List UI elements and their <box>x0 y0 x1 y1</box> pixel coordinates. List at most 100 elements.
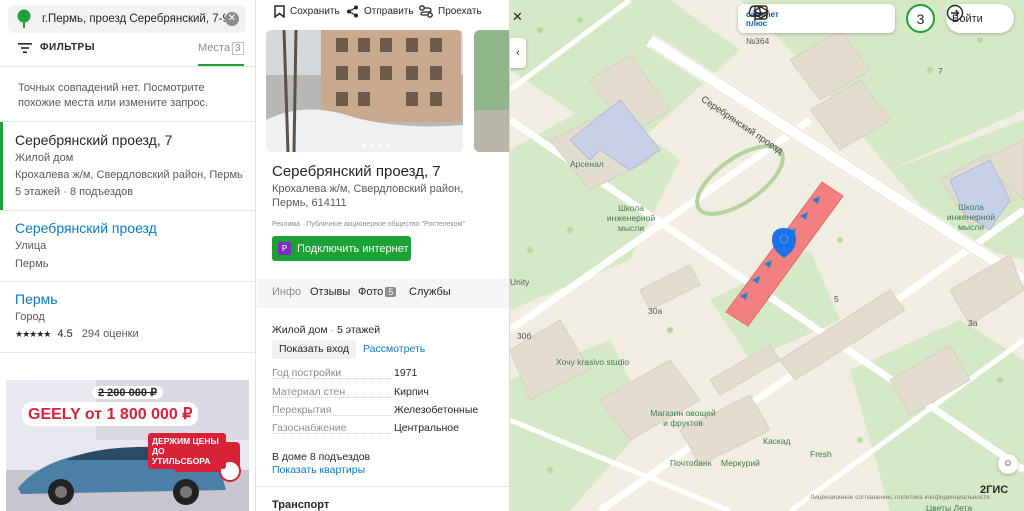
selected-accent <box>0 122 3 210</box>
bookmark-icon <box>274 5 285 18</box>
result-title[interactable]: Серебрянский проезд, 7 <box>15 132 172 148</box>
photos-count: 5 <box>385 287 397 297</box>
route-icon <box>419 5 433 18</box>
tab-info[interactable]: Инфо <box>272 286 301 298</box>
ad-headline: GEELY от 1 800 000 ₽ <box>22 402 199 426</box>
notifications-count[interactable]: 3 <box>906 4 935 33</box>
tab-places[interactable]: Места 3 <box>198 42 244 55</box>
result-address: Крохалева ж/м, Свердловский район, Пермь <box>15 169 243 181</box>
poi-fresh: Fresh <box>810 449 832 459</box>
rating-row: ★★★★★ 4.5 294 оценки <box>15 328 139 340</box>
save-button[interactable]: Сохранить <box>274 5 340 18</box>
house-number: 7 <box>938 66 943 76</box>
poi-number-364: №364 <box>746 36 770 46</box>
rating-count: 294 оценки <box>81 328 139 340</box>
close-icon[interactable]: ✕ <box>225 12 239 26</box>
map-toolbar: самолет плюс <box>738 4 895 33</box>
ad-note: Реклама · Публичное акционерное общество… <box>272 221 465 228</box>
layers-icon[interactable] <box>752 4 770 22</box>
card-address: Крохалева ж/м, Свердловский район, Пермь… <box>272 183 464 209</box>
poi-unity: Unity <box>510 277 530 287</box>
dotted-leader <box>272 397 392 398</box>
poi-arsenal: Арсенал <box>570 159 604 169</box>
show-entrance-button[interactable]: Показать вход <box>272 340 356 359</box>
card-actions: Сохранить Отправить Проехать <box>257 0 509 24</box>
card-title: Серебрянский проезд, 7 <box>272 163 441 180</box>
places-count: 3 <box>231 42 244 55</box>
building-floors: 5 этажей <box>336 324 381 336</box>
view-3d-button[interactable]: Рассмотреть <box>356 340 432 359</box>
poi-studio: Хочу krasivo studio <box>556 357 630 367</box>
rostelecom-icon: Р <box>278 242 291 255</box>
poi-school: Школа инженерной мысли <box>606 203 656 233</box>
brand-logo: 2ГИС <box>980 484 1009 496</box>
filters-label: ФИЛЬТРЫ <box>40 42 95 53</box>
building-photo[interactable] <box>266 30 463 152</box>
chevron-left-icon: ‹ <box>516 47 520 59</box>
result-type: Жилой дом <box>15 152 74 164</box>
2gis-logo-icon[interactable] <box>12 7 36 31</box>
detail-value: Кирпич <box>394 386 429 398</box>
ad-promo: ДЕРЖИМ ЦЕНЫ ДО УТИЛЬСБОРА <box>148 433 226 469</box>
poi-merkuriy: Меркурий <box>721 458 760 468</box>
ad-banner[interactable]: 2 200 000 ₽ GEELY от 1 800 000 ₽ ДЕРЖИМ … <box>6 380 249 511</box>
result-item-street[interactable]: Серебрянский проезд Улица Пермь <box>0 211 255 281</box>
divider <box>257 486 509 487</box>
dotted-leader <box>272 378 392 379</box>
poi-school-2: Школа инженерной мысли <box>946 202 996 232</box>
rating-value: 4.5 <box>57 328 73 340</box>
house-number: 5 <box>834 294 839 304</box>
map-view[interactable]: Серебрянский проезд Школа инженерной мыс… <box>510 0 1024 511</box>
result-type: Улица <box>15 240 47 252</box>
login-button[interactable]: Войти <box>946 4 1014 33</box>
search-panel: г.Пермь, проезд Серебрянский, 7-9 ✕ ФИЛЬ… <box>0 0 256 511</box>
license-link[interactable]: Лицензионное соглашение, политика конфид… <box>810 494 990 501</box>
result-title[interactable]: Серебрянский проезд <box>15 220 157 236</box>
dotted-leader <box>272 433 392 434</box>
no-match-notice: Точных совпадений нет. Посмотрите похожи… <box>18 82 209 109</box>
poi-pochtabank: Почтобанк <box>670 458 712 468</box>
result-title[interactable]: Пермь <box>15 291 58 307</box>
detail-value: Железобетонные <box>394 404 479 416</box>
filter-row: ФИЛЬТРЫ Места 3 <box>0 38 255 66</box>
building-summary: Жилой дом · 5 этажей <box>272 324 381 336</box>
result-address: Пермь <box>15 258 49 270</box>
search-query[interactable]: г.Пермь, проезд Серебрянский, 7-9 <box>36 13 225 25</box>
building-photo-2[interactable] <box>474 30 509 152</box>
login-icon <box>946 4 964 22</box>
result-type: Город <box>15 311 45 323</box>
ad-old-price: 2 200 000 ₽ <box>92 386 163 399</box>
rating-stars: ★★★★★ <box>15 329 51 339</box>
house-number: 30а <box>648 306 663 316</box>
connect-internet-button[interactable]: Р Подключить интернет <box>272 236 411 261</box>
share-icon <box>347 5 358 18</box>
result-item-city[interactable]: Пермь Город ★★★★★ 4.5 294 оценки <box>0 282 255 352</box>
share-button[interactable]: Отправить <box>346 5 414 18</box>
search-input[interactable]: г.Пермь, проезд Серебрянский, 7-9 ✕ <box>8 5 246 33</box>
place-card: Сохранить Отправить Проехать Серебрянски… <box>257 0 510 511</box>
person-icon[interactable]: ☺ <box>998 454 1018 474</box>
card-tabs: Инфо Отзывы Фото 5 Службы <box>257 279 509 308</box>
building-type: Жилой дом <box>272 324 328 336</box>
divider <box>0 66 255 67</box>
divider <box>0 352 255 353</box>
house-number: 3а <box>968 318 978 328</box>
poi-kaskad: Каскад <box>763 436 791 446</box>
result-item-building[interactable]: Серебрянский проезд, 7 Жилой дом Крохале… <box>0 122 255 210</box>
tab-services[interactable]: Службы <box>409 286 451 298</box>
result-meta: 5 этажей · 8 подъездов <box>15 186 134 198</box>
transport-heading: Транспорт <box>272 499 330 511</box>
detail-value: Центральное <box>394 422 459 434</box>
tab-reviews[interactable]: Отзывы <box>310 286 350 298</box>
tab-photos[interactable]: Фото 5 <box>358 286 397 298</box>
dotted-leader <box>272 415 392 416</box>
show-apartments-link[interactable]: Показать квартиры <box>272 464 365 476</box>
detail-value: 1971 <box>394 367 418 379</box>
route-button[interactable]: Проехать <box>419 5 482 18</box>
filters-button[interactable]: ФИЛЬТРЫ <box>18 42 95 53</box>
close-icon[interactable]: ✕ <box>512 9 523 25</box>
poi-tsvety: Цветы Лета <box>926 503 973 511</box>
collapse-panel-button[interactable]: ‹ <box>510 38 526 68</box>
poi-shop: Магазин овощей и фруктов <box>650 408 716 428</box>
map-canvas <box>510 0 1024 511</box>
